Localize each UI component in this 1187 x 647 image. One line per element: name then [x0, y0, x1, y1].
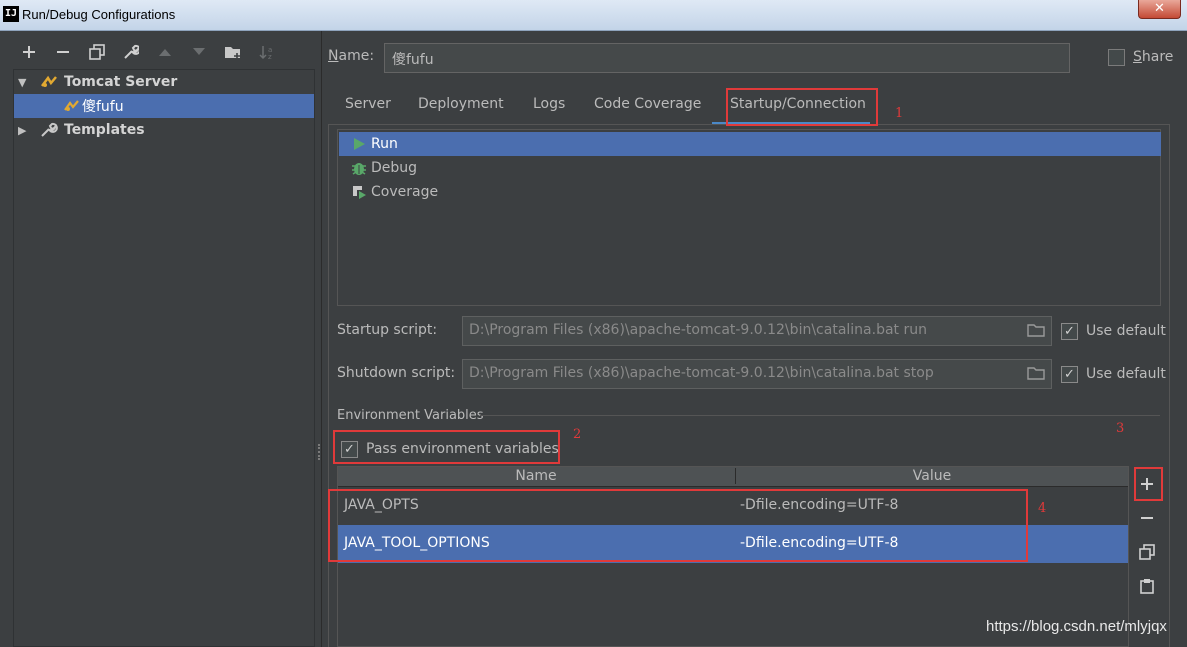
tomcat-icon [64, 100, 79, 111]
splitter-handle[interactable] [318, 444, 322, 460]
minus-icon [57, 51, 69, 53]
annotation-number: 3 [1116, 421, 1125, 436]
section-divider [480, 415, 1160, 416]
env-section-title: Environment Variables [337, 408, 484, 423]
sort-configurations-button[interactable]: az [254, 39, 280, 65]
add-configuration-button[interactable] [16, 39, 42, 65]
mode-debug[interactable]: Debug [339, 156, 1161, 180]
tree-node-templates[interactable]: ▶ Templates [18, 118, 318, 142]
tab-code-coverage[interactable]: Code Coverage [594, 96, 701, 112]
svg-text:z: z [268, 53, 272, 60]
startup-use-default-label: Use default [1086, 323, 1166, 339]
annotation-number: 4 [1038, 501, 1047, 516]
column-header-value[interactable]: Value [735, 468, 1128, 484]
folder-icon[interactable] [1027, 366, 1045, 380]
name-label: Name: [328, 48, 375, 64]
annotation-box [726, 88, 878, 126]
move-into-folder-button[interactable] [220, 39, 246, 65]
share-label: Share [1133, 49, 1174, 65]
share-checkbox[interactable] [1108, 49, 1125, 66]
tab-server[interactable]: Server [345, 96, 391, 112]
annotation-box [333, 430, 560, 464]
annotation-number: 1 [895, 106, 904, 121]
copy-icon [1139, 544, 1155, 560]
folder-add-icon [225, 47, 240, 59]
clipboard-icon [1140, 579, 1154, 594]
tree-node-tomcat-server[interactable]: ▼ Tomcat Server [18, 70, 318, 94]
tab-deployment[interactable]: Deployment [418, 96, 504, 112]
edit-defaults-button[interactable] [118, 39, 144, 65]
configurations-panel: az ▼ Tomcat Server 傻fufu ▶ Templates [0, 31, 322, 647]
copy-configuration-button[interactable] [84, 39, 110, 65]
shutdown-script-input[interactable]: D:\Program Files (x86)\apache-tomcat-9.0… [462, 359, 1052, 389]
shutdown-script-label: Shutdown script: [337, 365, 456, 381]
shutdown-use-default-label: Use default [1086, 366, 1166, 382]
plus-icon [23, 46, 35, 58]
table-header: Name Value [338, 467, 1128, 487]
annotation-box [1134, 467, 1163, 501]
title-bar: IJ Run/Debug Configurations ✕ [0, 0, 1187, 31]
mode-list: Run Debug Coverage [337, 129, 1161, 306]
name-input[interactable]: 傻fufu [384, 43, 1070, 73]
minus-icon [1141, 517, 1153, 519]
run-icon [354, 138, 365, 150]
remove-env-button[interactable] [1135, 506, 1159, 530]
wrench-icon [41, 122, 58, 137]
watermark: https://blog.csdn.net/mlyjqx [986, 618, 1167, 635]
tomcat-icon [41, 75, 57, 87]
copy-icon [89, 44, 105, 60]
column-header-name[interactable]: Name [338, 468, 734, 484]
copy-env-button[interactable] [1135, 540, 1159, 564]
configuration-tree: ▼ Tomcat Server 傻fufu ▶ Templates [13, 69, 315, 647]
move-up-button[interactable] [152, 39, 178, 65]
move-down-button[interactable] [186, 39, 212, 65]
expanded-arrow-icon[interactable]: ▼ [18, 76, 32, 89]
sort-icon: az [259, 46, 272, 60]
folder-icon[interactable] [1027, 323, 1045, 337]
wrench-icon [124, 44, 139, 59]
annotation-number: 2 [573, 427, 582, 442]
startup-script-input[interactable]: D:\Program Files (x86)\apache-tomcat-9.0… [462, 316, 1052, 346]
coverage-icon [353, 186, 366, 199]
close-window-button[interactable]: ✕ [1138, 0, 1181, 19]
remove-configuration-button[interactable] [50, 39, 76, 65]
shutdown-use-default-checkbox[interactable]: ✓ [1061, 366, 1078, 383]
mode-run[interactable]: Run [339, 132, 1161, 156]
annotation-box [328, 489, 1028, 562]
tree-node-config[interactable]: 傻fufu [14, 94, 314, 118]
arrow-up-icon [159, 49, 171, 56]
debug-bug-icon [352, 163, 366, 175]
arrow-down-icon [193, 48, 205, 55]
mode-coverage[interactable]: Coverage [339, 180, 1161, 204]
collapsed-arrow-icon[interactable]: ▶ [18, 124, 32, 137]
window-title: Run/Debug Configurations [22, 7, 176, 22]
tab-logs[interactable]: Logs [533, 96, 565, 112]
startup-script-label: Startup script: [337, 322, 438, 338]
intellij-app-icon: IJ [3, 6, 19, 22]
paste-env-button[interactable] [1135, 574, 1159, 598]
startup-use-default-checkbox[interactable]: ✓ [1061, 323, 1078, 340]
